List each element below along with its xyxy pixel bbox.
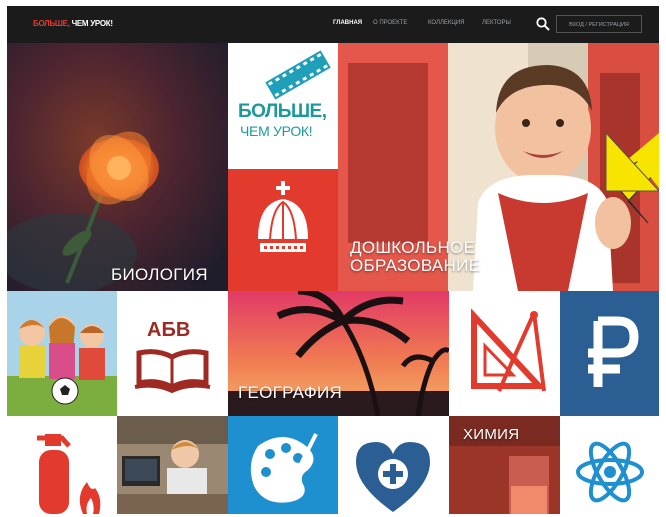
- student-photo: [117, 416, 228, 514]
- nav-about[interactable]: О ПРОЕКТЕ: [373, 20, 407, 26]
- tile-brand[interactable]: БОЛЬШЕ, ЧЕМ УРОК!: [228, 43, 338, 169]
- tile-history[interactable]: [228, 169, 338, 291]
- tile-biology-label: БИОЛОГИЯ: [111, 265, 208, 284]
- tile-geometry[interactable]: [449, 291, 560, 416]
- logo-part-1: БОЛЬШЕ,: [33, 19, 70, 28]
- tile-geography[interactable]: ГЕОГРАФИЯ: [228, 291, 449, 416]
- ruble-icon: [588, 316, 639, 387]
- atom-icon: [576, 441, 644, 503]
- flower-photo: [7, 43, 228, 291]
- tile-art[interactable]: [228, 416, 338, 514]
- tile-geography-label: ГЕОГРАФИЯ: [238, 383, 343, 402]
- login-register-button[interactable]: ВХОД / РЕГИСТРАЦИЯ: [556, 15, 642, 33]
- tile-informatics[interactable]: [117, 416, 228, 514]
- tile-preschool-label-line-2: ОБРАЗОВАНИЕ: [350, 256, 481, 275]
- tile-health[interactable]: [338, 416, 449, 514]
- alphabet-label: АБВ: [147, 319, 191, 341]
- crown-icon: [258, 181, 308, 252]
- tile-biology[interactable]: БИОЛОГИЯ: [7, 43, 228, 291]
- tile-chemistry[interactable]: ХИМИЯ: [449, 416, 560, 514]
- nav-collection[interactable]: КОЛЛЕКЦИЯ: [428, 20, 464, 26]
- tile-chemistry-label: ХИМИЯ: [463, 426, 520, 443]
- brand-line-1: БОЛЬШЕ,: [238, 101, 327, 122]
- nav-lecturers[interactable]: ЛЕКТОРЫ: [482, 20, 511, 26]
- children-photo: [7, 291, 117, 416]
- tile-preschool-label: ДОШКОЛЬНОЕ ОБРАЗОВАНИЕ: [350, 239, 480, 275]
- tile-economics[interactable]: [560, 291, 659, 416]
- book-icon: [134, 349, 211, 394]
- tile-safety[interactable]: [7, 416, 117, 514]
- search-icon[interactable]: [535, 16, 551, 32]
- nav-home[interactable]: ГЛАВНАЯ: [333, 20, 362, 26]
- heart-plus-icon: [356, 442, 430, 512]
- tile-preschool-label-line-1: ДОШКОЛЬНОЕ: [350, 238, 476, 257]
- fire-extinguisher-icon: [37, 434, 101, 514]
- top-navigation-bar: БОЛЬШЕ, ЧЕМ УРОК! ГЛАВНАЯ О ПРОЕКТЕ КОЛЛ…: [7, 6, 659, 43]
- palette-icon: [250, 433, 318, 503]
- site-logo[interactable]: БОЛЬШЕ, ЧЕМ УРОК!: [33, 19, 113, 28]
- brand-line-2: ЧЕМ УРОК!: [240, 123, 313, 139]
- film-strip-icon: [265, 50, 331, 100]
- tile-physics[interactable]: [560, 416, 659, 514]
- tile-kids[interactable]: [7, 291, 117, 416]
- browser-frame: БОЛЬШЕ, ЧЕМ УРОК! ГЛАВНАЯ О ПРОЕКТЕ КОЛЛ…: [7, 6, 659, 514]
- geometry-tools-icon: [471, 308, 546, 392]
- tile-preschool[interactable]: ДОШКОЛЬНОЕ ОБРАЗОВАНИЕ: [338, 43, 659, 291]
- logo-part-2: ЧЕМ УРОК!: [69, 19, 113, 28]
- tile-russian-language[interactable]: АБВ: [117, 291, 228, 416]
